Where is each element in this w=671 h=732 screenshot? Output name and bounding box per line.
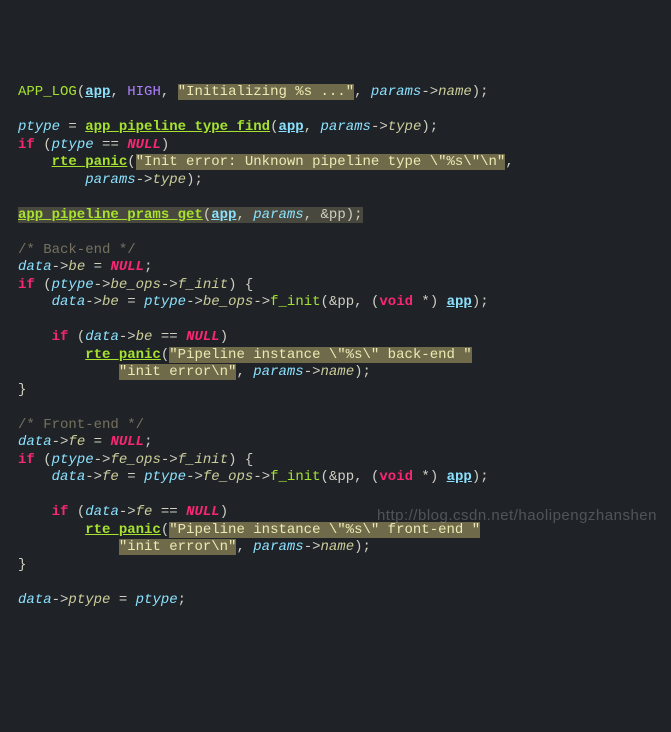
code-block: APP_LOG(app, HIGH, "Initializing %s ..."…	[18, 84, 653, 609]
comment-front-end: /* Front-end */	[18, 417, 144, 433]
comment-back-end: /* Back-end */	[18, 242, 136, 258]
fn-rte-panic: rte_panic	[52, 154, 128, 170]
cursor-line: app_pipeline_prams_get(app, params, &pp)…	[18, 207, 363, 223]
fn-pipeline-type-find: app_pipeline_type_find	[85, 119, 270, 135]
id-app: app	[85, 84, 110, 100]
fn-app-log: APP_LOG	[18, 84, 77, 100]
watermark: http://blog.csdn.net/haolipengzhanshen	[377, 507, 657, 526]
